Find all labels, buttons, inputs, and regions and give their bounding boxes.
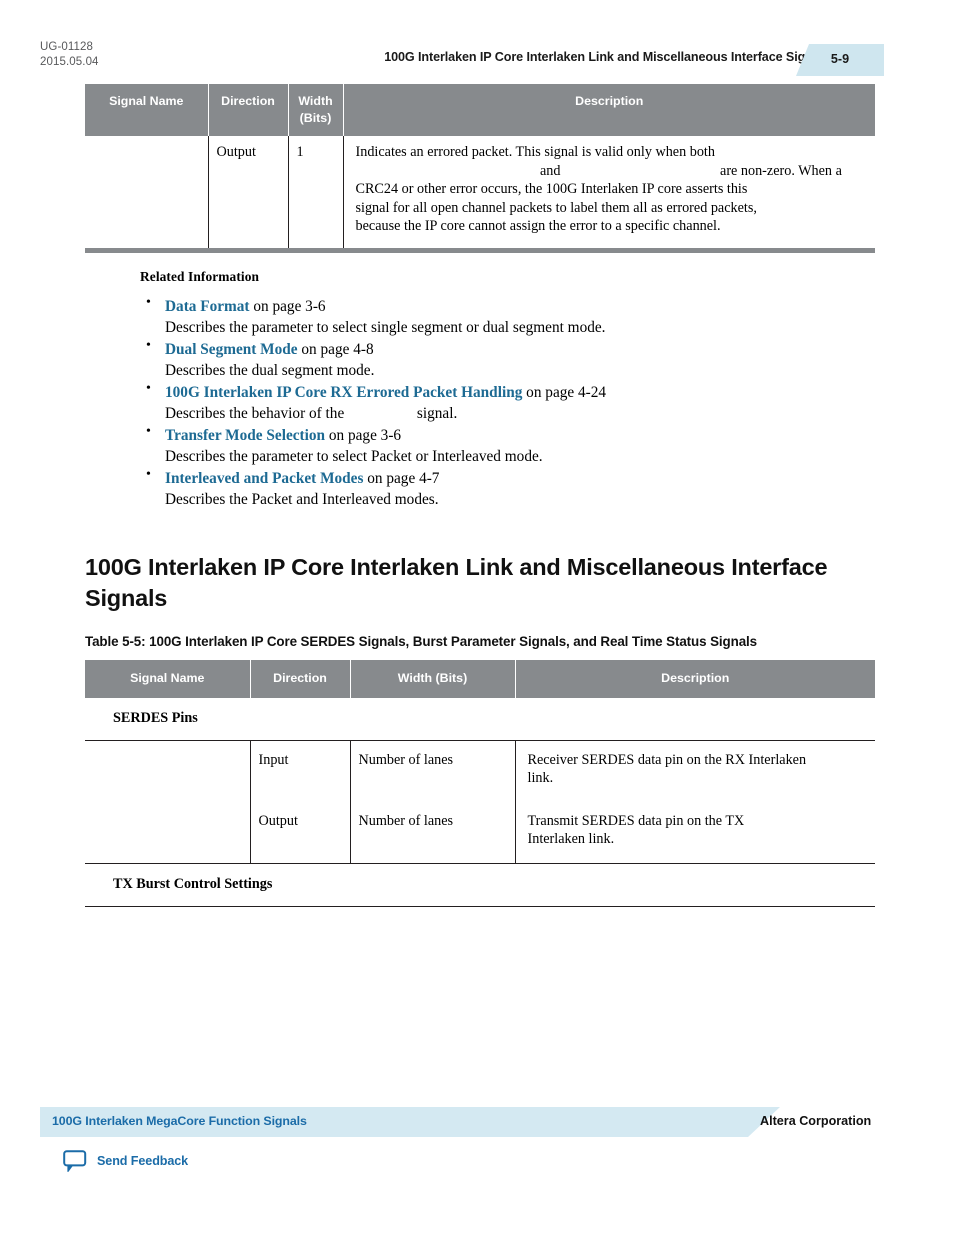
description-line: and are non-zero. When a <box>355 162 842 179</box>
page-content: Signal Name Direction Width (Bits) Descr… <box>85 84 875 907</box>
cell-description: Transmit SERDES data pin on the TX Inter… <box>515 801 875 864</box>
related-link[interactable]: Data Format <box>165 298 250 315</box>
related-link[interactable]: Transfer Mode Selection <box>165 427 325 444</box>
footer-corporation: Altera Corporation <box>760 1114 872 1128</box>
related-link-suffix: on page 4-24 <box>522 383 607 401</box>
related-description: Describes the Packet and Interleaved mod… <box>165 490 439 508</box>
column-header-width: Width (Bits) <box>288 84 344 136</box>
table-row: Output 1 Indicates an errored packet. Th… <box>85 136 875 248</box>
description-line: signal for all open channel packets to l… <box>355 199 757 216</box>
page-header: UG-01128 2015.05.04 100G Interlaken IP C… <box>0 0 954 84</box>
related-information-title: Related Information <box>140 268 260 284</box>
page-number-label: 5-9 <box>830 52 850 66</box>
column-header-signal-name: Signal Name <box>85 659 251 698</box>
description-line: Receiver SERDES data pin on the RX Inter… <box>527 751 807 768</box>
column-header-width-line1: Width <box>298 94 333 108</box>
list-item: Transfer Mode Selection on page 3-6 Desc… <box>140 424 875 467</box>
cell-width: Number of lanes <box>350 740 516 802</box>
column-header-description: Description <box>515 659 875 698</box>
list-item: Data Format on page 3-6 Describes the pa… <box>140 295 875 338</box>
cell-description: Indicates an errored packet. This signal… <box>343 136 875 248</box>
cell-description: Receiver SERDES data pin on the RX Inter… <box>515 740 875 802</box>
cell-width: Number of lanes <box>350 801 516 864</box>
column-header-description: Description <box>343 84 875 136</box>
send-feedback-label: Send Feedback <box>97 1154 189 1168</box>
related-link-suffix: on page 3-6 <box>249 297 326 315</box>
header-title: 100G Interlaken IP Core Interlaken Link … <box>384 50 830 64</box>
list-item: Dual Segment Mode on page 4-8 Describes … <box>140 338 875 381</box>
related-link[interactable]: 100G Interlaken IP Core RX Errored Packe… <box>165 384 522 401</box>
description-line: Transmit SERDES data pin on the TX <box>527 812 745 829</box>
column-header-signal-name: Signal Name <box>85 84 209 136</box>
related-information-section: Related Information Data Format on page … <box>85 269 875 510</box>
list-item: 100G Interlaken IP Core RX Errored Packe… <box>140 381 875 424</box>
section-label-tx-burst-control-settings: TX Burst Control Settings <box>85 862 875 907</box>
related-link-line: Transfer Mode Selection on page 3-6 <box>165 425 875 446</box>
table-section-row: TX Burst Control Settings <box>85 862 875 907</box>
related-description: Describes the behavior of the signal. <box>165 404 458 422</box>
related-link-suffix: on page 4-8 <box>297 340 374 358</box>
page-number-badge: 5-9 <box>796 44 884 76</box>
section-label-serdes-pins: SERDES Pins <box>85 697 875 741</box>
cell-signal-name <box>85 136 209 248</box>
document-meta: UG-01128 2015.05.04 <box>40 40 99 70</box>
description-line: link. <box>527 770 554 787</box>
table-serdes-signals: Signal Name Direction Width (Bits) Descr… <box>85 659 875 907</box>
related-link-line: 100G Interlaken IP Core RX Errored Packe… <box>165 382 875 403</box>
cell-direction: Output <box>250 801 351 864</box>
list-item: Interleaved and Packet Modes on page 4-7… <box>140 467 875 510</box>
column-header-direction: Direction <box>208 84 289 136</box>
description-line: Interlaken link. <box>527 831 615 848</box>
related-link[interactable]: Interleaved and Packet Modes <box>165 470 363 487</box>
cell-direction: Input <box>250 740 351 802</box>
related-link-suffix: on page 3-6 <box>325 426 402 444</box>
table-section-row: SERDES Pins <box>85 697 875 741</box>
table-row: Output Number of lanes Transmit SERDES d… <box>85 801 875 864</box>
related-link[interactable]: Dual Segment Mode <box>165 341 298 358</box>
section-heading: 100G Interlaken IP Core Interlaken Link … <box>85 553 828 611</box>
related-description: Describes the parameter to select single… <box>165 318 606 336</box>
column-header-direction: Direction <box>250 659 351 698</box>
related-link-suffix: on page 4-7 <box>363 469 440 487</box>
cell-signal-name <box>85 740 251 802</box>
related-link-line: Data Format on page 3-6 <box>165 296 875 317</box>
description-line: Indicates an errored packet. This signal… <box>355 144 715 160</box>
document-date: 2015.05.04 <box>40 56 99 68</box>
related-link-line: Interleaved and Packet Modes on page 4-7 <box>165 468 875 489</box>
related-description: Describes the dual segment mode. <box>165 361 375 379</box>
cell-direction: Output <box>208 136 289 248</box>
table-header-row: Signal Name Direction Width (Bits) Descr… <box>85 659 875 698</box>
table-errored-packet: Signal Name Direction Width (Bits) Descr… <box>85 84 875 248</box>
related-description: Describes the parameter to select Packet… <box>165 447 543 465</box>
table-bottom-rule <box>85 247 875 253</box>
table-row: Input Number of lanes Receiver SERDES da… <box>85 740 875 802</box>
related-link-line: Dual Segment Mode on page 4-8 <box>165 339 875 360</box>
column-header-width: Width (Bits) <box>350 659 516 698</box>
document-id: UG-01128 <box>40 41 94 53</box>
send-feedback-link[interactable]: Send Feedback <box>62 1148 188 1174</box>
description-line: because the IP core cannot assign the er… <box>355 218 721 235</box>
table-caption: Table 5-5: 100G Interlaken IP Core SERDE… <box>85 633 758 649</box>
cell-signal-name <box>85 801 251 864</box>
related-information-list: Data Format on page 3-6 Describes the pa… <box>140 295 875 510</box>
column-header-width-line2: (Bits) <box>299 111 332 125</box>
speech-bubble-icon <box>63 1150 87 1172</box>
cell-width: 1 <box>288 136 344 248</box>
description-line: CRC24 or other error occurs, the 100G In… <box>355 181 748 198</box>
footer-banner-text: 100G Interlaken MegaCore Function Signal… <box>52 1114 307 1128</box>
table-header-row: Signal Name Direction Width (Bits) Descr… <box>85 84 875 136</box>
